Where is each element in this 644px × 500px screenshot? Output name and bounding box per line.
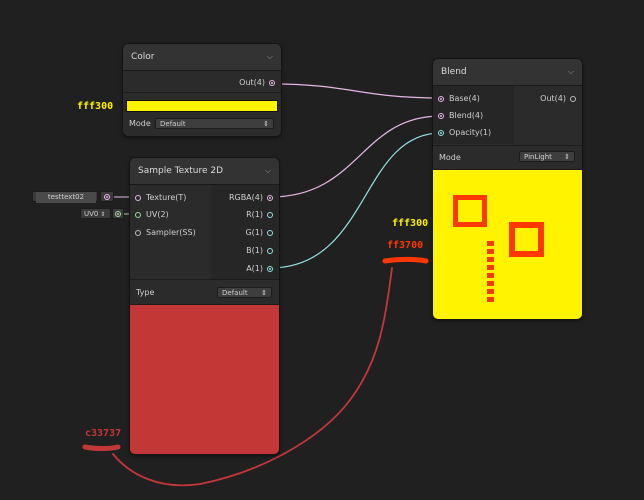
sampler-input-port[interactable] [135, 229, 141, 236]
output-row-b[interactable]: B(1) [246, 246, 273, 255]
preview-square-small [453, 195, 487, 227]
input-label: UV(2) [146, 210, 169, 219]
color-out-label: Out(4) [239, 78, 265, 87]
b-output-port[interactable] [267, 247, 273, 254]
input-label: Texture(T) [146, 193, 187, 202]
up-down-arrows-icon: ⇕ [261, 289, 267, 297]
texture-field-port[interactable] [104, 194, 110, 200]
input-label: Base(4) [449, 94, 480, 103]
type-label: Type [136, 288, 155, 297]
input-label: Blend(4) [449, 111, 484, 120]
output-row-a[interactable]: A(1) [246, 264, 273, 273]
output-label: B(1) [246, 246, 263, 255]
chevron-down-icon[interactable]: ⌵ [267, 52, 273, 62]
blend-node[interactable]: Blend ⌵ Base(4) Blend(4) Opacity(1) Out(… [433, 59, 582, 319]
input-label: Opacity(1) [449, 128, 492, 137]
uv-input-port[interactable] [135, 211, 141, 218]
texture-preview [130, 305, 279, 454]
output-row-g[interactable]: G(1) [245, 228, 273, 237]
blend-node-title: Blend [441, 67, 467, 77]
input-row-texture[interactable]: Texture(T) [135, 193, 186, 202]
annotation-blend-hex-1: fff300 [392, 218, 429, 229]
annotation-underline-orange [382, 257, 429, 264]
blend-input-port[interactable] [438, 112, 444, 119]
preview-dotted-bar [487, 241, 494, 302]
output-label: R(1) [246, 210, 263, 219]
output-label: RGBA(4) [228, 193, 263, 202]
annotation-texture-hex: c33737 [85, 428, 122, 439]
blend-preview [433, 170, 582, 319]
chevron-down-icon[interactable]: ⌵ [265, 166, 271, 176]
up-down-arrows-icon: ⇕ [564, 153, 570, 161]
divider [130, 279, 279, 280]
output-label: Out(4) [540, 94, 566, 103]
chevron-down-icon[interactable]: ⌵ [568, 67, 574, 77]
input-row-opacity[interactable]: Opacity(1) [438, 128, 491, 137]
up-down-arrows-icon: ⇕ [263, 120, 269, 128]
blend-node-header[interactable]: Blend ⌵ [433, 59, 582, 86]
blend-mode-value: PinLight [524, 153, 552, 161]
color-node-title: Color [131, 52, 155, 62]
color-node-header[interactable]: Color ⌵ [123, 44, 281, 71]
wire-rgba-to-blend [269, 115, 442, 198]
output-row-rgba[interactable]: RGBA(4) [229, 193, 273, 202]
annotation-blend-hex-2: ff3700 [387, 240, 424, 251]
r-output-port[interactable] [267, 211, 273, 218]
divider [123, 92, 281, 93]
input-row-uv[interactable]: UV(2) [135, 210, 169, 219]
type-value: Default [222, 289, 248, 297]
output-row-out[interactable]: Out(4) [540, 94, 576, 103]
input-row-sampler[interactable]: Sampler(SS) [135, 228, 196, 237]
color-out-port[interactable] [269, 79, 275, 86]
output-label: A(1) [246, 264, 263, 273]
texture-input-port[interactable] [135, 194, 141, 201]
divider [433, 145, 582, 146]
a-output-port[interactable] [267, 265, 273, 272]
color-node[interactable]: Color ⌵ Out(4) Mode Default ⇕ [123, 44, 281, 136]
input-row-base[interactable]: Base(4) [438, 94, 480, 103]
type-dropdown[interactable]: Default ⇕ [217, 287, 272, 298]
type-row: Type [136, 288, 154, 297]
input-label: Sampler(SS) [146, 228, 196, 237]
color-mode-value: Default [160, 120, 186, 128]
annotation-underline-red [82, 444, 121, 451]
output-label: G(1) [245, 228, 263, 237]
color-out-port-row[interactable]: Out(4) [239, 78, 275, 87]
blend-mode-dropdown[interactable]: PinLight ⇕ [519, 151, 575, 162]
uv-field[interactable]: UV0 ⇕ [80, 208, 111, 219]
g-output-port[interactable] [267, 229, 273, 236]
input-row-blend[interactable]: Blend(4) [438, 111, 483, 120]
texture-field[interactable]: testtext02 [32, 191, 98, 203]
sample-texture-title: Sample Texture 2D [138, 166, 224, 176]
blend-out-port[interactable] [570, 95, 576, 102]
rgba-output-port[interactable] [267, 194, 273, 201]
annotation-color-hex: fff300 [77, 101, 114, 112]
opacity-input-port[interactable] [438, 129, 444, 136]
texture-field-value: testtext02 [36, 192, 96, 203]
color-mode-dropdown[interactable]: Default ⇕ [155, 118, 274, 129]
sample-texture-header[interactable]: Sample Texture 2D ⌵ [130, 158, 279, 185]
uv-field-port[interactable] [115, 211, 121, 217]
wire-color-to-base [272, 83, 442, 99]
uv-field-value: UV0 [84, 210, 99, 218]
sample-texture-2d-node[interactable]: Sample Texture 2D ⌵ Texture(T) UV(2) Sam… [130, 158, 279, 454]
color-mode-label: Mode [129, 119, 151, 128]
color-mode-row: Mode [129, 119, 151, 128]
preview-square-large [509, 222, 544, 257]
base-input-port[interactable] [438, 95, 444, 102]
color-swatch[interactable] [126, 100, 278, 112]
blend-mode-row: Mode [439, 153, 461, 162]
output-row-r[interactable]: R(1) [246, 210, 273, 219]
blend-mode-label: Mode [439, 153, 461, 162]
